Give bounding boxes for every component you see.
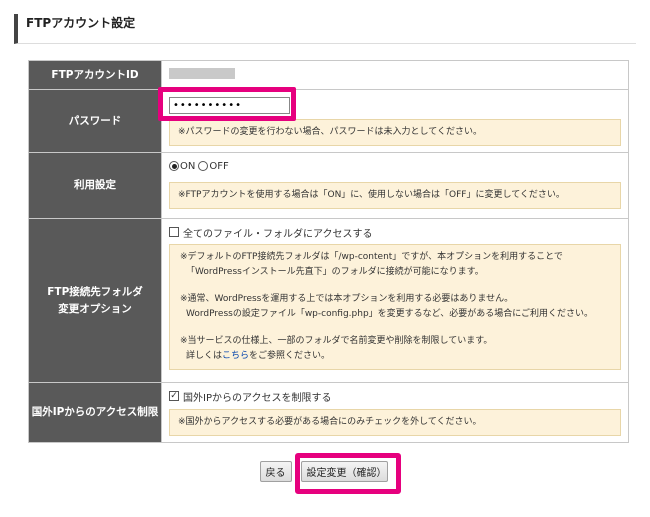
password-note: ※パスワードの変更を行わない場合、パスワードは未入力としてください。 bbox=[169, 119, 621, 146]
row-usage: 利用設定 ON OFF ※FTPアカウントを使用する場合は「ON」に、使用しない… bbox=[28, 152, 629, 219]
folder-note2-line2: WordPressの設定ファイル「wp-config.php」を変更するなど、必… bbox=[186, 309, 594, 319]
foreign-ip-note: ※国外からアクセスする必要がある場合にのみチェックを外してください。 bbox=[169, 409, 621, 436]
folder-note1-line2: 「WordPressインストール先直下」のフォルダに接続が可能になります。 bbox=[186, 267, 484, 277]
ftp-settings-table: FTPアカウントID パスワード ※パスワードの変更を行わない場合、パスワードは… bbox=[28, 60, 629, 443]
folder-note3-line2: 詳しくはこちらをご参照ください。 bbox=[180, 349, 612, 364]
details-link[interactable]: こちら bbox=[222, 351, 249, 361]
folder-note1-line1: ※デフォルトのFTP接続先フォルダは「/wp-content」ですが、本オプショ… bbox=[180, 252, 563, 262]
folder-option-label: FTP接続先フォルダ 変更オプション bbox=[28, 218, 162, 383]
row-foreign-ip: 国外IPからのアクセス制限 ✓ 国外IPからのアクセスを制限する ※国外からアク… bbox=[28, 382, 629, 443]
folder-note3-prefix: 詳しくは bbox=[186, 351, 223, 361]
account-id-label: FTPアカウントID bbox=[28, 60, 162, 90]
page-title: FTPアカウント設定 bbox=[14, 14, 636, 44]
folder-option-check-row[interactable]: 全てのファイル・フォルダにアクセスする bbox=[169, 223, 621, 241]
folder-note3-line1: ※当サービスの仕様上、一部のフォルダで名前変更や削除を制限しています。 bbox=[180, 336, 493, 346]
usage-label: 利用設定 bbox=[28, 152, 162, 219]
usage-on-radio[interactable] bbox=[169, 161, 179, 171]
folder-option-checkbox-label[interactable]: 全てのファイル・フォルダにアクセスする bbox=[183, 225, 373, 240]
row-password: パスワード ※パスワードの変更を行わない場合、パスワードは未入力としてください。 bbox=[28, 89, 629, 153]
usage-off-label[interactable]: OFF bbox=[209, 161, 228, 172]
action-buttons: 戻る 設定変更（確認） bbox=[0, 461, 650, 482]
folder-option-label-line1: FTP接続先フォルダ bbox=[47, 285, 143, 298]
usage-off-radio[interactable] bbox=[198, 161, 209, 171]
folder-option-label-line2: 変更オプション bbox=[58, 302, 132, 315]
folder-option-note: ※デフォルトのFTP接続先フォルダは「/wp-content」ですが、本オプショ… bbox=[169, 244, 621, 370]
foreign-ip-cell: ✓ 国外IPからのアクセスを制限する ※国外からアクセスする必要がある場合にのみ… bbox=[161, 382, 629, 443]
foreign-ip-checkbox[interactable]: ✓ bbox=[169, 391, 179, 401]
usage-radio-group: ON OFF bbox=[169, 157, 621, 175]
folder-note3-suffix: をご参照ください。 bbox=[249, 351, 331, 361]
account-id-redacted bbox=[169, 68, 235, 79]
password-input[interactable] bbox=[169, 97, 290, 114]
back-button[interactable]: 戻る bbox=[259, 461, 292, 482]
row-folder-option: FTP接続先フォルダ 変更オプション 全てのファイル・フォルダにアクセスする ※… bbox=[28, 218, 629, 383]
confirm-settings-button[interactable]: 設定変更（確認） bbox=[300, 461, 388, 482]
usage-cell: ON OFF ※FTPアカウントを使用する場合は「ON」に、使用しない場合は「O… bbox=[161, 152, 629, 219]
foreign-ip-label: 国外IPからのアクセス制限 bbox=[28, 382, 162, 443]
folder-option-checkbox[interactable] bbox=[169, 227, 179, 237]
account-id-cell bbox=[161, 60, 629, 90]
foreign-ip-checkbox-label[interactable]: 国外IPからのアクセスを制限する bbox=[183, 389, 331, 404]
password-label: パスワード bbox=[28, 89, 162, 153]
row-account-id: FTPアカウントID bbox=[28, 60, 629, 90]
password-cell: ※パスワードの変更を行わない場合、パスワードは未入力としてください。 bbox=[161, 89, 629, 153]
foreign-ip-check-row[interactable]: ✓ 国外IPからのアクセスを制限する bbox=[169, 387, 621, 405]
usage-on-label[interactable]: ON bbox=[180, 161, 195, 172]
folder-note2-line1: ※通常、WordPressを運用する上では本オプションを利用する必要はありません… bbox=[180, 294, 514, 304]
usage-note: ※FTPアカウントを使用する場合は「ON」に、使用しない場合は「OFF」に変更し… bbox=[169, 182, 621, 209]
folder-option-cell: 全てのファイル・フォルダにアクセスする ※デフォルトのFTP接続先フォルダは「/… bbox=[161, 218, 629, 383]
